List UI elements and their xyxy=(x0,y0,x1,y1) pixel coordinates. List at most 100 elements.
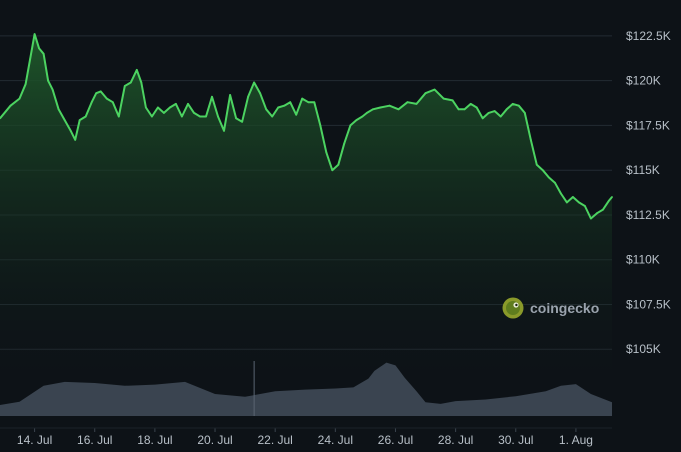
data-point xyxy=(217,115,219,118)
data-point xyxy=(193,112,195,114)
data-point xyxy=(84,115,87,118)
data-point xyxy=(277,106,280,109)
y-tick-label: $107.5K xyxy=(626,297,671,311)
data-point xyxy=(475,106,478,109)
data-point xyxy=(511,103,514,105)
data-point xyxy=(505,108,508,111)
data-point xyxy=(469,103,472,105)
data-point xyxy=(253,81,256,84)
data-point xyxy=(602,208,604,211)
data-point xyxy=(361,115,364,118)
y-tick-label: $105K xyxy=(626,342,661,356)
data-point xyxy=(69,129,72,132)
data-point xyxy=(566,201,568,204)
data-point xyxy=(406,101,409,104)
data-point xyxy=(47,79,49,82)
data-point xyxy=(259,92,261,95)
data-point xyxy=(51,88,54,91)
data-point xyxy=(157,106,159,109)
data-point xyxy=(499,115,502,118)
data-point xyxy=(9,104,12,107)
data-point xyxy=(271,115,274,118)
y-tick-label: $115K xyxy=(626,163,660,177)
data-point xyxy=(74,138,77,141)
data-point xyxy=(481,117,484,120)
x-tick-label: 16. Jul xyxy=(77,433,112,447)
data-point xyxy=(205,115,207,118)
data-point xyxy=(433,88,436,91)
y-axis: $122.5K $120K $117.5K $115K $112.5K $110K $107… xyxy=(626,29,671,356)
data-point xyxy=(355,119,358,121)
data-point xyxy=(99,90,102,93)
data-point xyxy=(241,120,244,123)
watermark-text: coingecko xyxy=(530,300,599,316)
watermark: coingecko xyxy=(502,297,599,319)
data-point xyxy=(135,69,138,71)
data-point xyxy=(415,103,418,105)
data-point xyxy=(337,163,340,166)
data-point xyxy=(295,113,298,116)
data-point xyxy=(442,97,445,100)
data-point xyxy=(457,108,460,111)
data-point xyxy=(608,199,610,202)
data-point xyxy=(105,97,108,100)
x-tick-label: 30. Jul xyxy=(498,433,533,447)
data-point xyxy=(163,112,165,114)
data-point xyxy=(517,104,520,107)
x-axis: 14. Jul 16. Jul 18. Jul 20. Jul 22. Jul 24. J… xyxy=(0,427,612,447)
y-tick-label: $117.5K xyxy=(626,118,670,132)
data-point xyxy=(596,212,598,215)
x-tick-label: 20. Jul xyxy=(197,433,232,447)
data-point xyxy=(129,81,132,84)
data-point xyxy=(301,97,304,100)
data-point xyxy=(554,181,556,184)
price-area xyxy=(0,34,612,394)
data-point xyxy=(38,47,40,50)
data-point xyxy=(63,119,66,121)
y-tick-label: $110K xyxy=(626,253,660,267)
x-tick-label: 22. Jul xyxy=(257,433,292,447)
data-point xyxy=(18,97,21,100)
y-tick-label: $122.5K xyxy=(626,29,671,43)
data-point xyxy=(366,112,368,114)
data-point xyxy=(123,85,126,87)
data-point xyxy=(560,192,562,195)
x-tick-label: 26. Jul xyxy=(378,433,413,447)
data-point xyxy=(140,81,143,84)
data-point xyxy=(283,104,286,107)
data-point xyxy=(572,196,574,198)
data-point xyxy=(95,92,98,95)
y-tick-label: $112.5K xyxy=(626,208,670,222)
data-point xyxy=(42,52,45,55)
x-tick-label: 14. Jul xyxy=(17,433,52,447)
data-point xyxy=(151,115,153,118)
x-tick-label: 28. Jul xyxy=(438,433,473,447)
data-point xyxy=(578,201,580,204)
data-point xyxy=(325,151,328,154)
x-tick-label: 24. Jul xyxy=(318,433,353,447)
data-point xyxy=(307,101,310,104)
data-point xyxy=(313,101,316,104)
y-tick-label: $120K xyxy=(626,74,661,88)
data-point xyxy=(319,124,322,127)
x-tick-label: 1. Aug xyxy=(559,433,593,447)
data-point xyxy=(117,115,120,118)
data-point xyxy=(388,104,391,107)
data-point xyxy=(451,99,454,102)
data-point xyxy=(611,196,613,198)
data-point xyxy=(29,58,31,61)
data-point xyxy=(111,101,114,104)
data-point xyxy=(584,205,586,207)
data-point xyxy=(372,108,374,111)
data-point xyxy=(211,95,213,98)
series-area xyxy=(0,34,612,394)
data-point xyxy=(235,117,238,120)
data-point xyxy=(349,124,352,127)
data-point xyxy=(289,101,292,104)
data-point xyxy=(199,115,201,118)
price-chart: $122.5K $120K $117.5K $115K $112.5K $110K $107… xyxy=(0,29,671,447)
data-point xyxy=(175,103,177,105)
data-point xyxy=(187,103,189,105)
data-point xyxy=(247,95,250,98)
data-point xyxy=(57,108,60,111)
